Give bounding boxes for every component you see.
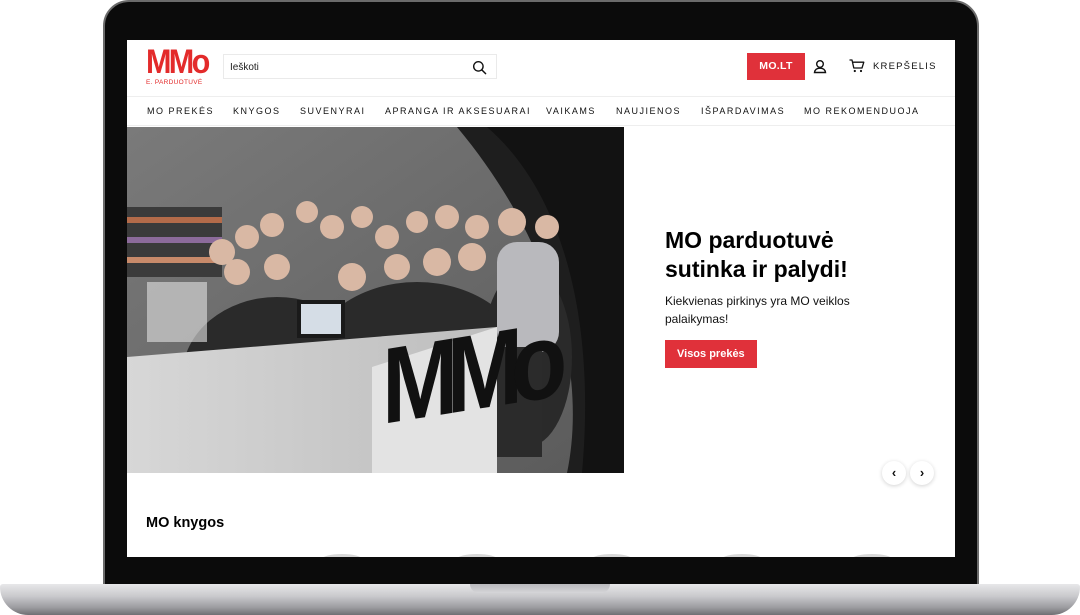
carousel-next-button[interactable]: › xyxy=(910,461,934,485)
laptop-notch xyxy=(470,584,610,593)
search-bar xyxy=(223,54,497,79)
hero-image: MMo xyxy=(127,127,624,473)
product-thumbnail[interactable] xyxy=(322,554,362,557)
cart-icon[interactable] xyxy=(849,59,865,73)
logo-mark: MMo xyxy=(146,43,210,81)
molt-button[interactable]: MO.LT xyxy=(747,53,805,80)
product-thumbnail[interactable] xyxy=(592,554,632,557)
site-header: MMo E. PARDUOTUVĖ MO.LT KREPŠELIS xyxy=(127,40,955,96)
section-title: MO knygos xyxy=(146,515,225,531)
main-nav: MO PREKĖS KNYGOS SUVENYRAI APRANGA IR AK… xyxy=(127,96,955,126)
nav-item-knygos[interactable]: KNYGOS xyxy=(233,106,281,116)
nav-item-vaikams[interactable]: VAIKAMS xyxy=(546,106,596,116)
search-input[interactable] xyxy=(230,59,460,75)
nav-item-naujienos[interactable]: NAUJIENOS xyxy=(616,106,681,116)
hero-description: Kiekvienas pirkinys yra MO veiklos palai… xyxy=(665,294,850,326)
browser-screen: MMo E. PARDUOTUVĖ MO.LT KREPŠELIS MO PRE… xyxy=(127,40,955,557)
product-thumbnail[interactable] xyxy=(722,554,762,557)
nav-item-ispardavimas[interactable]: IŠPARDAVIMAS xyxy=(701,106,785,116)
nav-item-suvenyrai[interactable]: SUVENYRAI xyxy=(300,106,366,116)
user-icon[interactable] xyxy=(813,59,827,74)
product-thumbnail[interactable] xyxy=(852,554,892,557)
site-logo[interactable]: MMo E. PARDUOTUVĖ xyxy=(146,43,210,88)
hero-title: MO parduotuvė sutinka ir palydi! xyxy=(665,227,848,282)
carousel-prev-button[interactable]: ‹ xyxy=(882,461,906,485)
nav-item-mo-rekomenduoja[interactable]: MO REKOMENDUOJA xyxy=(804,106,920,116)
cart-link[interactable]: KREPŠELIS xyxy=(873,61,937,72)
product-thumbnail[interactable] xyxy=(457,554,497,557)
nav-item-mo-prekes[interactable]: MO PREKĖS xyxy=(147,106,214,116)
all-products-button[interactable]: Visos prekės xyxy=(665,340,757,368)
search-icon[interactable] xyxy=(472,60,487,75)
hero-text-block: MO parduotuvė sutinka ir palydi! Kiekvie… xyxy=(665,226,945,368)
nav-item-apranga[interactable]: APRANGA IR AKSESUARAI xyxy=(385,106,531,116)
